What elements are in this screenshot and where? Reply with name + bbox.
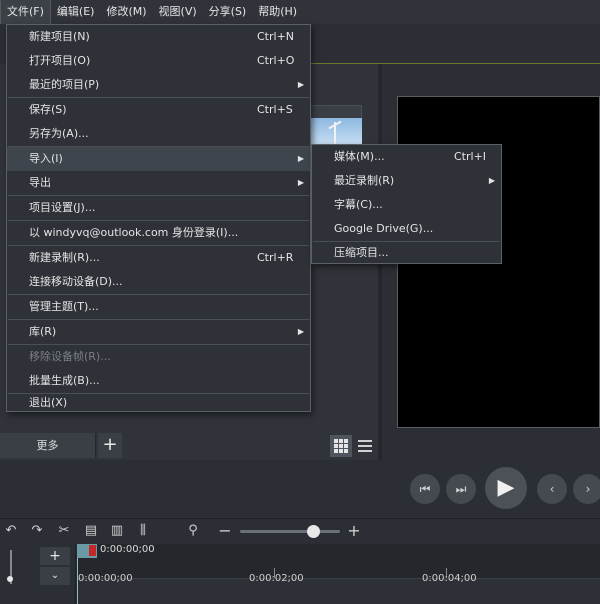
- menu-item-zipped-project[interactable]: 压缩项目...: [312, 241, 501, 265]
- play-icon[interactable]: ▶: [485, 467, 527, 509]
- menu-item-label: 导出: [29, 176, 51, 189]
- add-button[interactable]: +: [98, 433, 122, 458]
- import-submenu: 媒体(M)... Ctrl+I 最近录制(R) ▶ 字幕(C)... Googl…: [311, 144, 502, 264]
- zoom-slider-handle[interactable]: [307, 525, 320, 538]
- zoom-search-icon[interactable]: ⚲: [184, 522, 202, 540]
- menu-item-remove-device-frame: 移除设备帧(R)...: [7, 345, 310, 369]
- menu-item-label: 字幕(C)...: [334, 198, 383, 211]
- menu-item-label: 新建录制(R)...: [29, 251, 100, 264]
- zoom-slider[interactable]: [240, 530, 340, 533]
- menu-item-label: 库(R): [29, 325, 57, 338]
- menu-item-shortcut: Ctrl+N: [257, 30, 295, 43]
- menu-item-save-as[interactable]: 另存为(A)...: [7, 122, 310, 146]
- menu-file[interactable]: 文件(F): [0, 0, 51, 25]
- menu-item-label: 另存为(A)...: [29, 127, 89, 140]
- menu-item-captions[interactable]: 字幕(C)...: [312, 193, 501, 217]
- split-icon[interactable]: ⫼: [134, 522, 152, 540]
- menu-item-export[interactable]: 导出 ▶: [7, 171, 310, 195]
- menu-item-shortcut: Ctrl+S: [257, 103, 293, 116]
- menu-item-sign-in[interactable]: 以 windyvq@outlook.com 身份登录(I)...: [7, 221, 310, 245]
- menu-item-label: 新建项目(N): [29, 30, 90, 43]
- menu-help[interactable]: 帮助(H): [252, 0, 303, 24]
- menu-item-import-media[interactable]: 媒体(M)... Ctrl+I: [312, 145, 501, 169]
- playhead-marker[interactable]: [89, 545, 96, 556]
- cut-icon[interactable]: ✂: [55, 522, 73, 540]
- menu-item-manage-themes[interactable]: 管理主题(T)...: [7, 295, 310, 319]
- file-menu: 新建项目(N) Ctrl+N 打开项目(O) Ctrl+O 最近的项目(P) ▶…: [6, 24, 311, 412]
- step-forward-icon[interactable]: ⏭: [446, 474, 476, 504]
- menu-edit[interactable]: 编辑(E): [51, 0, 101, 24]
- menu-item-label: 最近的项目(P): [29, 78, 100, 91]
- menu-item-recent-recordings[interactable]: 最近录制(R) ▶: [312, 169, 501, 193]
- menu-item-new-recording[interactable]: 新建录制(R)... Ctrl+R: [7, 246, 310, 270]
- redo-icon[interactable]: ↷: [28, 522, 46, 540]
- menu-item-label: 退出(X): [29, 396, 68, 409]
- ruler-label: 0:00:02;00: [249, 573, 304, 584]
- list-view-icon[interactable]: [354, 435, 376, 457]
- menu-item-label: 压缩项目...: [334, 246, 389, 259]
- menu-item-label: 保存(S): [29, 103, 67, 116]
- undo-icon[interactable]: ↶: [2, 522, 20, 540]
- ruler-label: 0:00:04;00: [422, 573, 477, 584]
- zoom-in-icon[interactable]: +: [345, 522, 363, 540]
- next-icon[interactable]: ›: [573, 474, 600, 504]
- menu-modify[interactable]: 修改(M): [100, 0, 152, 24]
- menu-item-label: 管理主题(T)...: [29, 300, 99, 313]
- menu-item-label: 最近录制(R): [334, 174, 395, 187]
- track-height-slider[interactable]: [2, 550, 20, 584]
- menu-item-label: 以 windyvq@outlook.com 身份登录(I)...: [29, 226, 239, 239]
- menu-item-import[interactable]: 导入(I) ▶: [7, 147, 310, 171]
- menu-item-open-project[interactable]: 打开项目(O) Ctrl+O: [7, 49, 310, 73]
- submenu-arrow-icon: ▶: [297, 80, 304, 89]
- menu-item-recent-projects[interactable]: 最近的项目(P) ▶: [7, 73, 310, 97]
- menu-item-library[interactable]: 库(R) ▶: [7, 320, 310, 344]
- menu-item-connect-mobile[interactable]: 连接移动设备(D)...: [7, 270, 310, 294]
- playhead-line: [77, 558, 78, 604]
- zoom-out-icon[interactable]: −: [216, 522, 234, 540]
- collapse-tracks-icon[interactable]: ⌄: [40, 567, 70, 585]
- menu-item-label: 媒体(M)...: [334, 150, 385, 163]
- paste-icon[interactable]: ▥: [108, 522, 126, 540]
- copy-icon[interactable]: ▤: [82, 522, 100, 540]
- submenu-arrow-icon: ▶: [297, 178, 304, 187]
- menu-item-shortcut: Ctrl+I: [454, 150, 487, 163]
- menu-item-label: 连接移动设备(D)...: [29, 275, 123, 288]
- menu-item-save[interactable]: 保存(S) Ctrl+S: [7, 98, 310, 122]
- menu-item-project-settings[interactable]: 项目设置(J)...: [7, 196, 310, 220]
- menu-item-label: 项目设置(J)...: [29, 201, 96, 214]
- menu-item-label: Google Drive(G)...: [334, 222, 434, 235]
- timeline-ruler[interactable]: [77, 544, 600, 578]
- timeline-track[interactable]: [77, 578, 600, 604]
- menu-item-label: 导入(I): [29, 152, 63, 165]
- ruler-label: 0:00:00;00: [78, 573, 133, 584]
- menu-item-google-drive[interactable]: Google Drive(G)...: [312, 217, 501, 241]
- menu-view[interactable]: 视图(V): [153, 0, 203, 24]
- menu-item-label: 批量生成(B)...: [29, 374, 100, 387]
- menu-item-exit[interactable]: 退出(X): [7, 394, 310, 412]
- menu-item-shortcut: Ctrl+O: [257, 54, 295, 67]
- menubar: 文件(F) 编辑(E) 修改(M) 视图(V) 分享(S) 帮助(H): [0, 0, 600, 25]
- menu-share[interactable]: 分享(S): [203, 0, 253, 24]
- menu-item-label: 移除设备帧(R)...: [29, 350, 111, 363]
- step-back-icon[interactable]: ⏮: [410, 474, 440, 504]
- add-track-button[interactable]: +: [40, 547, 70, 565]
- more-button[interactable]: 更多: [0, 433, 96, 458]
- current-time-readout: 0:00:00;00: [100, 544, 155, 555]
- previous-icon[interactable]: ‹: [537, 474, 567, 504]
- menu-item-new-project[interactable]: 新建项目(N) Ctrl+N: [7, 25, 310, 49]
- menu-item-shortcut: Ctrl+R: [257, 251, 294, 264]
- menu-item-label: 打开项目(O): [29, 54, 91, 67]
- submenu-arrow-icon: ▶: [297, 154, 304, 163]
- submenu-arrow-icon: ▶: [488, 176, 495, 185]
- submenu-arrow-icon: ▶: [297, 327, 304, 336]
- menu-item-batch-production[interactable]: 批量生成(B)...: [7, 369, 310, 393]
- grid-view-icon[interactable]: [330, 435, 352, 457]
